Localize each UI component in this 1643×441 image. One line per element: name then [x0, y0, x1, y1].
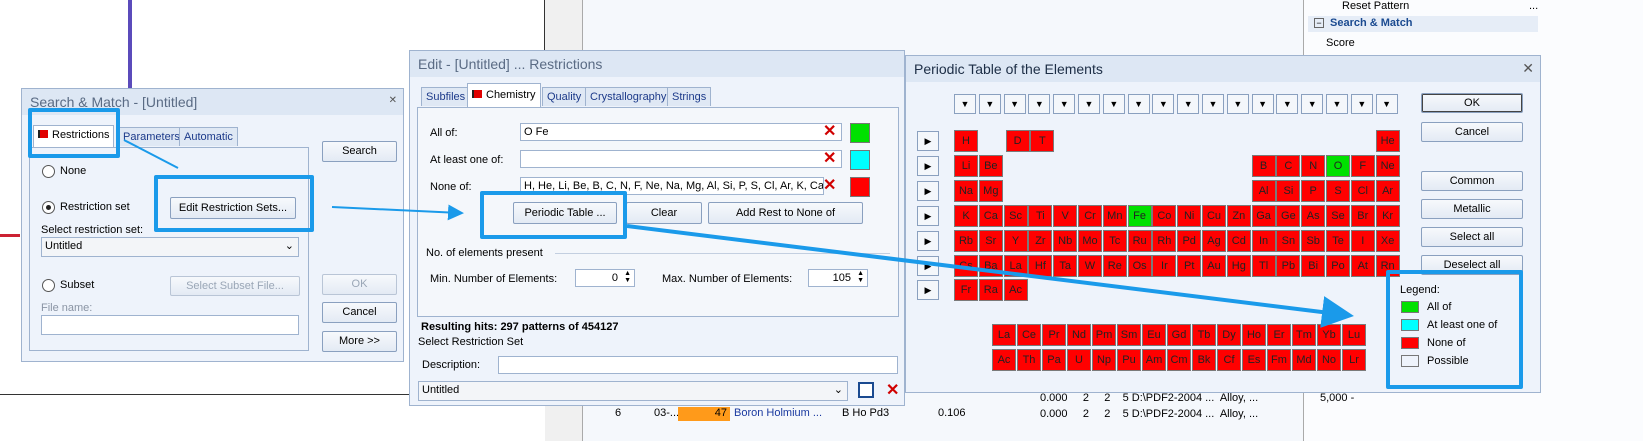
annotation-arrows	[123, 139, 1354, 328]
